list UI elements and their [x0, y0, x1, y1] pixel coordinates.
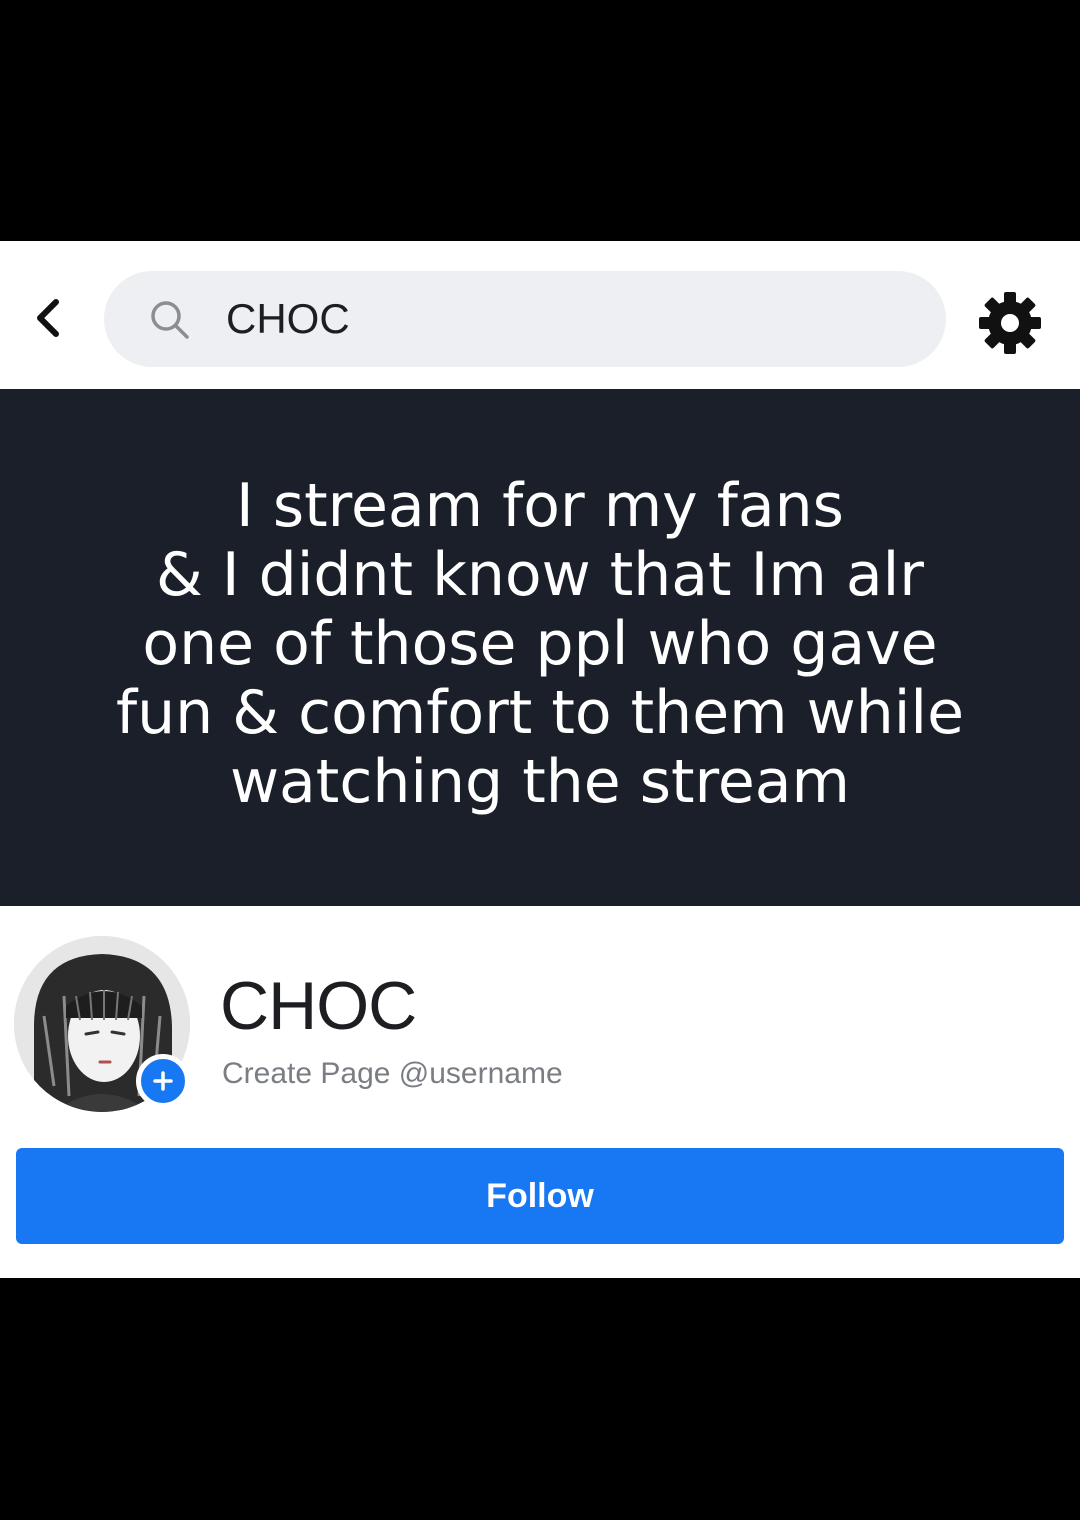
gear-icon	[979, 292, 1041, 354]
profile-avatar[interactable]	[14, 936, 190, 1112]
cover-line: watching the stream	[229, 747, 851, 817]
search-icon	[151, 301, 189, 339]
cover-line: one of those ppl who gave	[142, 609, 938, 679]
add-photo-button[interactable]	[136, 1054, 190, 1108]
search-input[interactable]	[226, 289, 906, 349]
cover-line: I stream for my fans	[236, 471, 844, 541]
screen: I stream for my fans & I didnt know that…	[0, 0, 1080, 1520]
cover-banner: I stream for my fans & I didnt know that…	[0, 389, 1080, 906]
profile-panel: I stream for my fans & I didnt know that…	[0, 241, 1080, 1278]
plus-icon	[153, 1071, 173, 1091]
cover-line: & I didnt know that Im alr	[156, 540, 924, 610]
cover-text: I stream for my fans & I didnt know that…	[40, 472, 1040, 817]
settings-button[interactable]	[972, 285, 1048, 361]
chevron-left-icon	[37, 299, 59, 337]
back-button[interactable]	[22, 293, 72, 343]
follow-button[interactable]: Follow	[16, 1148, 1064, 1244]
search-bar[interactable]	[104, 271, 946, 367]
top-bar	[0, 241, 1080, 389]
cover-line: fun & comfort to them while	[116, 678, 964, 748]
profile-subtitle[interactable]: Create Page @username	[222, 1057, 563, 1091]
profile-name: CHOC	[220, 968, 417, 1044]
